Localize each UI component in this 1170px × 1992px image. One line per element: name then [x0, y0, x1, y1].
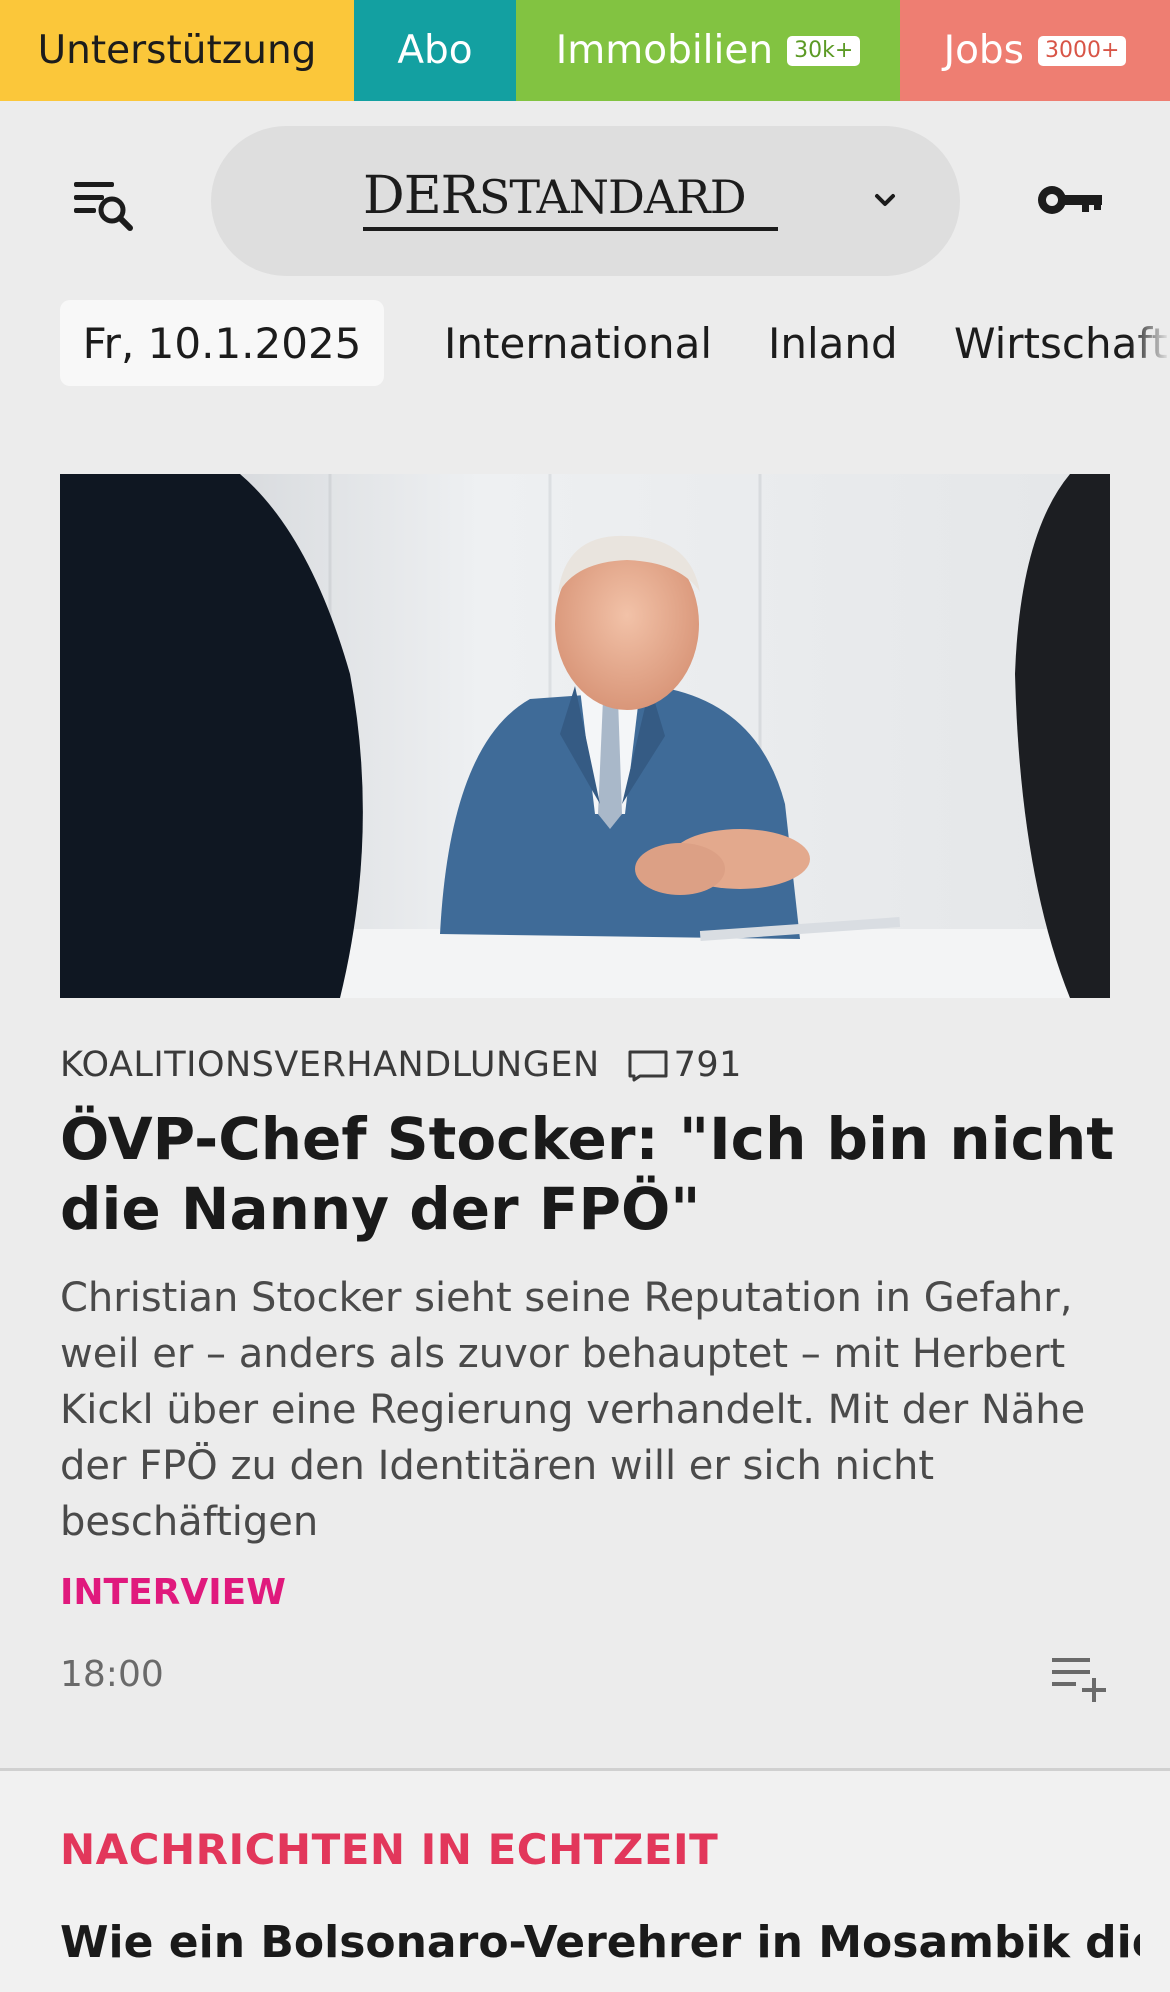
abo-link[interactable]: Abo	[354, 0, 516, 101]
live-news-label[interactable]: NACHRICHTEN IN ECHTZEIT	[60, 1825, 718, 1874]
logo-standard: STANDARD	[478, 170, 747, 224]
chevron-down-icon	[875, 194, 895, 206]
jobs-count-badge: 3000+	[1038, 35, 1127, 66]
site-logo: DERSTANDARD	[363, 166, 747, 227]
comment-icon	[628, 1050, 668, 1082]
abo-label: Abo	[397, 28, 473, 73]
article-kicker[interactable]: KOALITIONSVERHANDLUNGEN	[60, 1045, 600, 1085]
immobilien-count-badge: 30k+	[787, 35, 861, 66]
immobilien-link[interactable]: Immobilien 30k+	[516, 0, 900, 101]
article-headline[interactable]: ÖVP-Chef Stocker: "Ich bin nicht die Nan…	[60, 1104, 1120, 1244]
nav-scroll-fade	[1130, 300, 1170, 386]
article-kicker-row: KOALITIONSVERHANDLUNGEN 791	[60, 1040, 742, 1090]
nav-item-international[interactable]: International	[444, 300, 712, 386]
article-teaser: Christian Stocker sieht seine Reputation…	[60, 1275, 1086, 1545]
playlist-add-icon	[1052, 1658, 1106, 1702]
live-news-section: NACHRICHTEN IN ECHTZEIT Wie ein Bolsonar…	[0, 1771, 1170, 1992]
article-time: 18:00	[60, 1654, 164, 1695]
add-to-reading-list-button[interactable]	[1050, 1654, 1112, 1704]
service-bar: Unterstützung Abo Immobilien 30k+ Jobs 3…	[0, 0, 1170, 101]
immobilien-label: Immobilien	[555, 28, 774, 73]
edition-selector[interactable]: DERSTANDARD	[211, 126, 960, 276]
article-hero-image[interactable]	[60, 474, 1110, 998]
jobs-link[interactable]: Jobs 3000+	[900, 0, 1170, 101]
comments-link[interactable]: 791	[626, 1045, 742, 1085]
comments-count: 791	[673, 1045, 742, 1085]
logo-der: DER	[363, 166, 480, 226]
article-tag[interactable]: INTERVIEW	[60, 1572, 286, 1613]
live-news-headline[interactable]: Wie ein Bolsonaro-Verehrer in Mosambik d…	[60, 1917, 1140, 1968]
hero-photo	[60, 474, 1110, 998]
date-chip[interactable]: Fr, 10.1.2025	[60, 300, 384, 386]
jobs-label: Jobs	[943, 28, 1024, 73]
key-icon	[1038, 186, 1102, 214]
login-button[interactable]	[1036, 178, 1106, 222]
menu-search-button[interactable]	[72, 178, 138, 238]
menu-search-icon	[74, 182, 133, 231]
support-link[interactable]: Unterstützung	[0, 0, 354, 101]
nav-item-inland[interactable]: Inland	[768, 300, 898, 386]
logo-underline	[363, 227, 778, 231]
support-label: Unterstützung	[37, 28, 317, 73]
